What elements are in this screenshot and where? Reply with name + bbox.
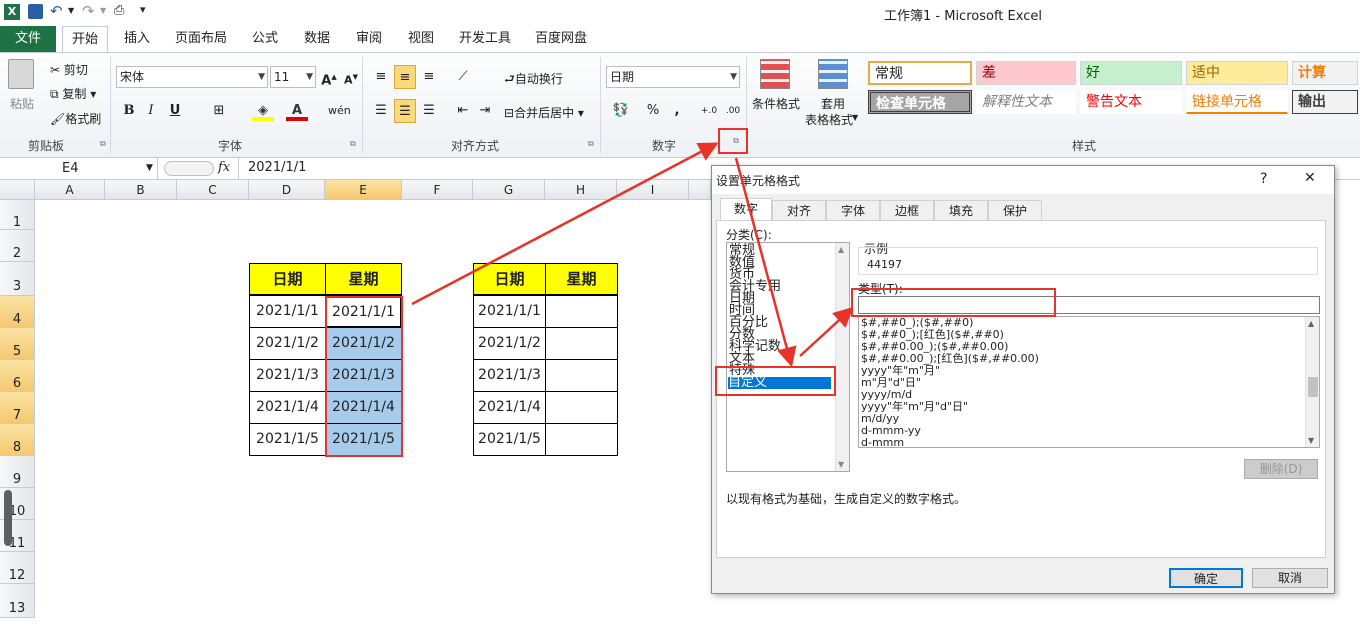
arrow-to-type-input <box>799 306 854 357</box>
annotation-arrows <box>411 142 854 368</box>
arrow-to-launcher <box>411 142 719 306</box>
arrow-to-custom-category <box>734 157 797 368</box>
